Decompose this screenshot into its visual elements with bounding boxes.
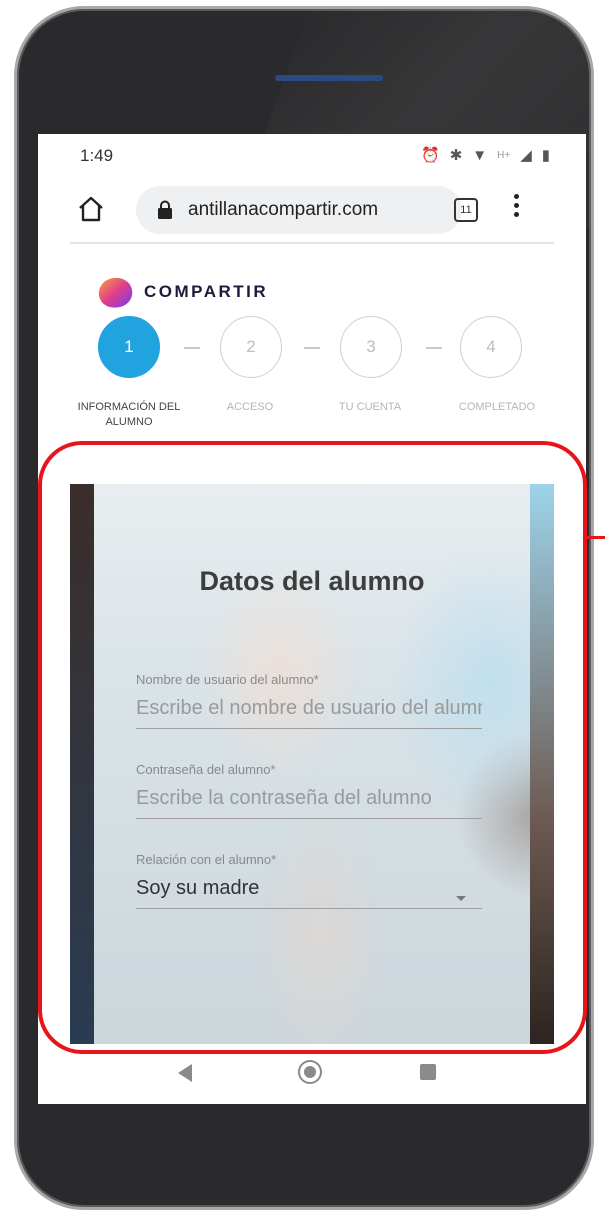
status-time: 1:49	[80, 146, 114, 165]
student-username-label: Nombre de usuario del alumno*	[136, 672, 319, 687]
home-icon[interactable]	[76, 194, 106, 224]
step-4-circle: 4	[460, 316, 522, 378]
relationship-select[interactable]: Relación con el alumno* Soy su madre	[136, 852, 482, 909]
hero-background-image: Datos del alumno Nombre de usuario del a…	[70, 484, 554, 1044]
toolbar-divider	[70, 242, 554, 244]
browser-toolbar: antillanacompartir.com 11	[38, 182, 586, 238]
hero-left-edge	[70, 484, 94, 1044]
step-connector	[426, 347, 442, 349]
alarm-icon: ⏰	[421, 147, 440, 164]
android-navigation-bar	[38, 1048, 586, 1104]
field-underline	[136, 908, 482, 909]
battery-icon: ▮	[541, 147, 550, 164]
bluetooth-icon: ✱	[449, 147, 463, 164]
h-plus-icon: H+	[497, 149, 511, 161]
back-icon[interactable]	[178, 1064, 192, 1082]
step-3-label: TU CUENTA	[338, 401, 402, 413]
home-button-icon[interactable]	[298, 1060, 322, 1084]
step-1-circle: 1	[98, 316, 160, 378]
earpiece-speaker	[275, 75, 383, 81]
status-bar: 1:49 ⏰ ✱ ▼ H+ ◢ ▮	[38, 134, 586, 180]
hero-right-edge	[530, 484, 554, 1044]
step-connector	[304, 347, 320, 349]
step-2-label: ACCESO	[226, 401, 274, 413]
field-underline	[136, 818, 482, 819]
brand-logo[interactable]: COMPARTIR	[96, 274, 296, 310]
wifi-icon: ▼	[472, 146, 488, 164]
annotation-pointer-line	[586, 536, 605, 539]
overflow-menu-icon[interactable]	[512, 194, 520, 224]
field-underline	[136, 728, 482, 729]
tabs-count-button[interactable]: 11	[454, 198, 478, 222]
url-text: antillanacompartir.com	[188, 199, 379, 220]
student-password-input[interactable]: Escribe la contraseña del alumno	[136, 787, 482, 810]
signal-icon: ◢	[520, 147, 532, 164]
student-password-field[interactable]: Contraseña del alumno* Escribe la contra…	[136, 762, 482, 819]
step-3-circle: 3	[340, 316, 402, 378]
student-data-form: Datos del alumno Nombre de usuario del a…	[94, 484, 530, 1044]
step-1-label: INFORMACIÓN DEL ALUMNO	[77, 401, 181, 428]
student-username-input[interactable]: Escribe el nombre de usuario del alumno	[136, 697, 482, 720]
logo-mark-icon	[98, 277, 133, 308]
student-username-field[interactable]: Nombre de usuario del alumno* Escribe el…	[136, 672, 482, 729]
recents-icon[interactable]	[420, 1064, 436, 1080]
student-password-label: Contraseña del alumno*	[136, 762, 276, 777]
status-icons: ⏰ ✱ ▼ H+ ◢ ▮	[421, 146, 550, 165]
brand-name: COMPARTIR	[144, 282, 269, 301]
address-bar[interactable]: antillanacompartir.com	[136, 186, 462, 234]
relationship-label: Relación con el alumno*	[136, 852, 277, 867]
step-connector	[184, 347, 200, 349]
phone-screen: 1:49 ⏰ ✱ ▼ H+ ◢ ▮ antillanacompartir.com…	[38, 134, 586, 1104]
progress-stepper: 1 2 3 4 INFORMACIÓN DEL ALUMNO ACCESO TU…	[38, 310, 586, 440]
relationship-value[interactable]: Soy su madre	[136, 877, 482, 900]
form-title: Datos del alumno	[199, 566, 425, 596]
step-4-label: COMPLETADO	[458, 401, 536, 413]
step-2-circle: 2	[220, 316, 282, 378]
chevron-down-icon[interactable]	[456, 896, 466, 901]
lock-icon	[158, 200, 172, 219]
